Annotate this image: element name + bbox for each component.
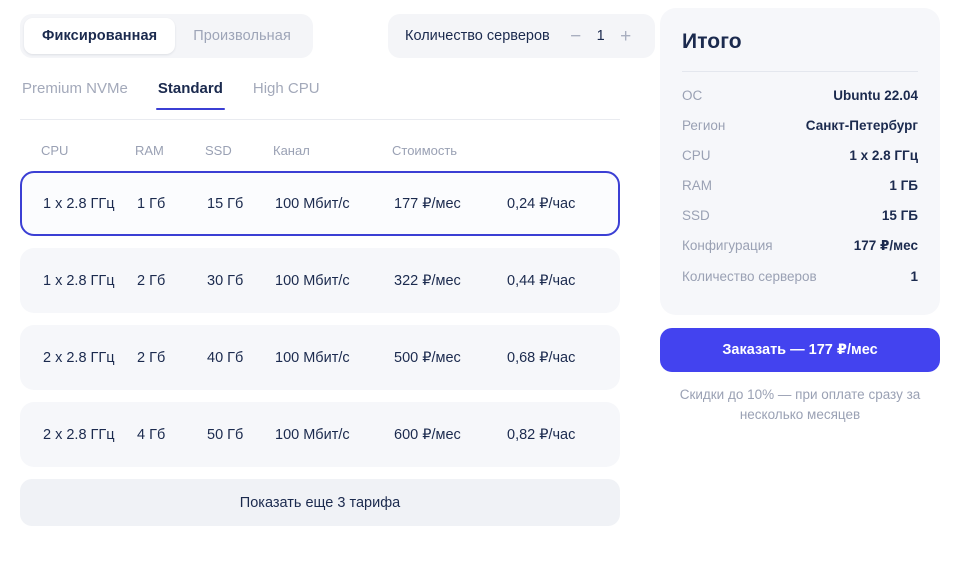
- summary-key: SSD: [682, 207, 710, 223]
- cell-ram: 1 Гб: [137, 195, 166, 212]
- cell-channel: 100 Мбит/с: [275, 349, 350, 366]
- cell-ssd: 40 Гб: [207, 349, 244, 366]
- cell-hourly: 0,68 ₽/час: [507, 349, 576, 366]
- cell-hourly: 0,44 ₽/час: [507, 272, 576, 289]
- cell-price: 322 ₽/мес: [394, 272, 461, 289]
- discount-note: Скидки до 10% — при оплате сразу за неск…: [679, 387, 921, 422]
- plans-table: CPU RAM SSD Канал Стоимость 1 x 2.8 ГГц …: [20, 132, 620, 526]
- cell-cpu: 1 x 2.8 ГГц: [43, 195, 115, 212]
- cell-price: 177 ₽/мес: [394, 195, 461, 212]
- summary-title: Итого: [682, 30, 742, 53]
- summary-value: Ubuntu 22.04: [833, 87, 918, 103]
- cell-cpu: 1 x 2.8 ГГц: [43, 272, 115, 289]
- cell-ram: 4 Гб: [137, 426, 166, 443]
- plan-selection-column: Фиксированная Произвольная Количество се…: [0, 0, 655, 571]
- column-header-price: Стоимость: [392, 142, 458, 158]
- summary-key: CPU: [682, 147, 711, 163]
- billing-type-option-fixed[interactable]: Фиксированная: [24, 18, 176, 54]
- summary-row-configuration: Конфигурация 177 ₽/мес: [682, 230, 918, 261]
- table-row[interactable]: 2 x 2.8 ГГц 2 Гб 40 Гб 100 Мбит/с 500 ₽/…: [20, 325, 620, 390]
- billing-type-toggle[interactable]: Фиксированная Произвольная: [20, 14, 313, 58]
- tab-standard[interactable]: Standard: [155, 80, 225, 110]
- server-count-value[interactable]: 1: [588, 28, 614, 44]
- summary-value: 1: [910, 268, 918, 284]
- summary-row-cpu: CPU 1 x 2.8 ГГц: [682, 140, 918, 170]
- cell-ssd: 15 Гб: [207, 195, 244, 212]
- cell-ram: 2 Гб: [137, 272, 166, 289]
- summary-card: Итого ОС Ubuntu 22.04 Регион Санкт-Петер…: [660, 8, 940, 315]
- table-row[interactable]: 2 x 2.8 ГГц 4 Гб 50 Гб 100 Мбит/с 600 ₽/…: [20, 402, 620, 467]
- cell-hourly: 0,82 ₽/час: [507, 426, 576, 443]
- summary-value: 15 ГБ: [881, 207, 918, 223]
- summary-value: 177 ₽/мес: [853, 237, 918, 253]
- top-controls-row: Фиксированная Произвольная Количество се…: [20, 14, 655, 58]
- billing-type-option-custom[interactable]: Произвольная: [175, 18, 309, 54]
- table-row[interactable]: 1 x 2.8 ГГц 1 Гб 15 Гб 100 Мбит/с 177 ₽/…: [20, 171, 620, 236]
- plus-icon[interactable]: +: [614, 22, 638, 50]
- server-count-control: Количество серверов − 1 +: [388, 14, 655, 58]
- cell-ram: 2 Гб: [137, 349, 166, 366]
- summary-divider: [682, 71, 918, 72]
- cell-ssd: 50 Гб: [207, 426, 244, 443]
- cell-cpu: 2 x 2.8 ГГц: [43, 349, 115, 366]
- summary-column: Итого ОС Ubuntu 22.04 Регион Санкт-Петер…: [660, 8, 940, 424]
- plans-table-body: 1 x 2.8 ГГц 1 Гб 15 Гб 100 Мбит/с 177 ₽/…: [20, 171, 620, 467]
- cell-hourly: 0,24 ₽/час: [507, 195, 576, 212]
- table-row[interactable]: 1 x 2.8 ГГц 2 Гб 30 Гб 100 Мбит/с 322 ₽/…: [20, 248, 620, 313]
- summary-row-region: Регион Санкт-Петербург: [682, 110, 918, 140]
- tab-high-cpu[interactable]: High CPU: [251, 80, 322, 110]
- tabs-divider: [20, 119, 620, 120]
- show-more-plans-button[interactable]: Показать еще 3 тарифа: [20, 479, 620, 526]
- summary-key: Количество серверов: [682, 268, 817, 284]
- column-header-ram: RAM: [135, 142, 164, 158]
- cell-price: 500 ₽/мес: [394, 349, 461, 366]
- summary-key: Конфигурация: [682, 237, 773, 253]
- summary-key: Регион: [682, 117, 726, 133]
- summary-row-ssd: SSD 15 ГБ: [682, 200, 918, 230]
- order-button[interactable]: Заказать — 177 ₽/мес: [660, 328, 940, 372]
- summary-row-os: ОС Ubuntu 22.04: [682, 80, 918, 110]
- summary-row-ram: RAM 1 ГБ: [682, 170, 918, 200]
- column-header-channel: Канал: [273, 142, 310, 158]
- server-count-stepper: − 1 +: [564, 22, 638, 50]
- column-header-ssd: SSD: [205, 142, 232, 158]
- plan-family-tabs: Premium NVMe Standard High CPU: [20, 80, 620, 120]
- summary-value: 1 x 2.8 ГГц: [849, 147, 918, 163]
- cell-channel: 100 Мбит/с: [275, 272, 350, 289]
- cell-channel: 100 Мбит/с: [275, 195, 350, 212]
- summary-key: ОС: [682, 87, 703, 103]
- summary-key: RAM: [682, 177, 712, 193]
- cell-price: 600 ₽/мес: [394, 426, 461, 443]
- plans-table-header: CPU RAM SSD Канал Стоимость: [20, 132, 620, 168]
- column-header-cpu: CPU: [41, 142, 69, 158]
- minus-icon[interactable]: −: [564, 22, 588, 50]
- summary-value: Санкт-Петербург: [805, 117, 918, 133]
- cell-ssd: 30 Гб: [207, 272, 244, 289]
- cell-cpu: 2 x 2.8 ГГц: [43, 426, 115, 443]
- pricing-configurator-page: Фиксированная Произвольная Количество се…: [0, 0, 955, 571]
- server-count-label: Количество серверов: [405, 28, 550, 44]
- summary-value: 1 ГБ: [889, 177, 918, 193]
- summary-row-server-count: Количество серверов 1: [682, 261, 918, 291]
- cell-channel: 100 Мбит/с: [275, 426, 350, 443]
- tab-premium-nvme[interactable]: Premium NVMe: [20, 80, 130, 110]
